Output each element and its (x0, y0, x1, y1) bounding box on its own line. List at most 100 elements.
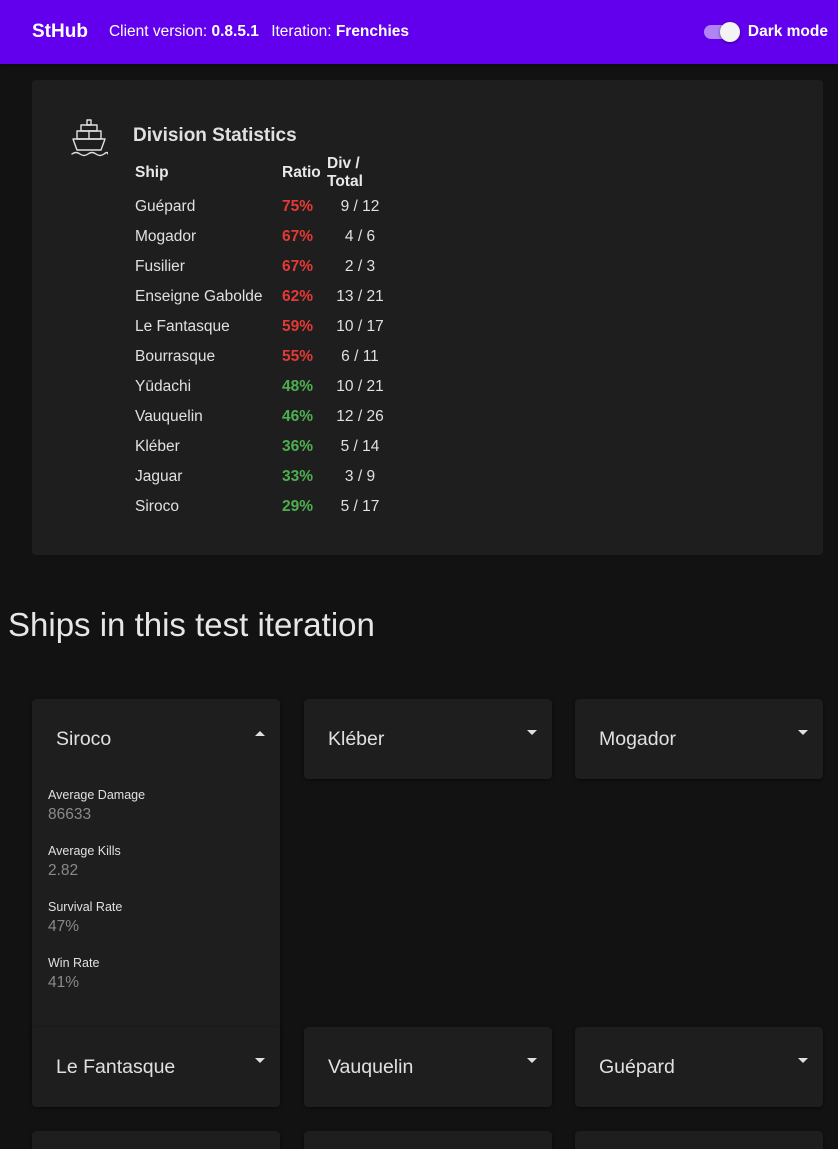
ship-card-siroco[interactable]: Siroco Average Damage 86633 Average Kill… (32, 699, 280, 1083)
table-row: Kléber 36% 5 / 14 (135, 432, 397, 462)
ship-name-cell: Jaguar (135, 468, 183, 485)
iteration-value: Frenchies (335, 23, 410, 40)
ratio-cell: 36% (282, 438, 314, 455)
table-row: Yūdachi 48% 10 / 21 (135, 372, 397, 402)
stat-value: 2.82 (48, 862, 79, 879)
stat-value: 86633 (48, 806, 92, 823)
ship-card-partial[interactable] (304, 1131, 552, 1149)
stat-win-rate: Win Rate 41% (32, 956, 280, 992)
ship-name-cell: Guépard (135, 198, 196, 215)
ship-name-cell: Yūdachi (135, 378, 192, 395)
chevron-down-icon[interactable] (797, 729, 809, 737)
div-total-cell: 6 / 11 (341, 348, 379, 365)
div-total-cell: 9 / 12 (340, 198, 380, 215)
ship-name-cell: Bourrasque (135, 348, 216, 365)
table-row: Jaguar 33% 3 / 9 (135, 462, 397, 492)
ratio-cell: 59% (282, 318, 314, 335)
ship-card-name: Mogador (599, 728, 676, 750)
ship-name-cell: Mogador (135, 228, 197, 245)
division-statistics-table: Ship Ratio Div / Total Guépard 75% 9 / 12 M… (135, 155, 397, 522)
ship-icon (71, 119, 108, 157)
ship-name-cell: Le Fantasque (135, 318, 230, 335)
column-header-ship: Ship (135, 164, 169, 181)
div-total-cell: 5 / 14 (340, 438, 380, 455)
ship-card-header[interactable]: Guépard (575, 1027, 823, 1107)
column-header-div-total: Div / Total (327, 155, 363, 190)
ship-card-header[interactable]: Kléber (304, 699, 552, 779)
column-header-ratio: Ratio (282, 164, 321, 181)
ship-name-cell: Kléber (135, 438, 180, 455)
ratio-cell: 67% (282, 258, 314, 275)
table-row: Enseigne Gabolde 62% 13 / 21 (135, 282, 397, 312)
ratio-cell: 62% (282, 288, 314, 305)
iteration-label: Iteration: (271, 23, 332, 40)
ship-card-header[interactable]: Mogador (575, 699, 823, 779)
dark-mode-toggle[interactable]: Dark mode (703, 22, 828, 42)
chevron-down-icon[interactable] (254, 1057, 266, 1065)
ship-card-header[interactable]: Le Fantasque (32, 1027, 280, 1107)
div-total-cell: 3 / 9 (344, 468, 376, 485)
ship-name-cell: Siroco (135, 498, 179, 515)
division-statistics-title: Division Statistics (133, 125, 297, 146)
stat-value: 47% (48, 918, 80, 935)
ratio-cell: 48% (282, 378, 314, 395)
dark-mode-switch-thumb[interactable] (719, 22, 740, 42)
chevron-up-icon[interactable] (254, 729, 266, 737)
ratio-cell: 33% (282, 468, 314, 485)
ship-card-name: Siroco (56, 728, 112, 750)
ships-section-heading: Ships in this test iteration (8, 606, 375, 643)
div-total-cell: 10 / 21 (336, 378, 384, 395)
division-statistics-card: Division Statistics Ship Ratio Div / Tot… (32, 80, 823, 555)
ship-name-cell: Vauquelin (135, 408, 203, 425)
ship-card-header[interactable]: Siroco (32, 699, 280, 779)
ship-card-name: Vauquelin (328, 1056, 414, 1078)
div-total-cell: 2 / 3 (344, 258, 376, 275)
stat-label: Average Kills (48, 844, 121, 858)
ship-card-guepard[interactable]: Guépard (575, 1027, 823, 1107)
stat-label: Win Rate (48, 956, 100, 970)
ratio-cell: 75% (282, 198, 314, 215)
stat-label: Survival Rate (48, 900, 123, 914)
table-row: Le Fantasque 59% 10 / 17 (135, 312, 397, 342)
ratio-cell: 67% (282, 228, 314, 245)
ship-card-vauquelin[interactable]: Vauquelin (304, 1027, 552, 1107)
chevron-down-icon[interactable] (526, 1057, 538, 1065)
ratio-cell: 46% (282, 408, 314, 425)
client-version-label: Client version: (108, 23, 208, 40)
table-row: Mogador 67% 4 / 6 (135, 222, 397, 252)
chevron-down-icon[interactable] (797, 1057, 809, 1065)
stat-label: Average Damage (48, 788, 146, 802)
client-version-info: Client version: 0.8.5.1 Iteration: Frenc… (109, 23, 409, 41)
div-total-cell: 13 / 21 (336, 288, 384, 305)
ratio-cell: 29% (282, 498, 314, 515)
ship-card-partial[interactable] (32, 1131, 280, 1149)
stat-value: 41% (48, 974, 80, 991)
client-version-value: 0.8.5.1 (211, 23, 259, 40)
table-row: Bourrasque 55% 6 / 11 (135, 342, 397, 372)
ratio-cell: 55% (282, 348, 314, 365)
ship-name-cell: Enseigne Gabolde (135, 288, 263, 305)
dark-mode-switch[interactable] (703, 22, 740, 42)
ship-name-cell: Fusilier (135, 258, 185, 275)
ship-card-name: Le Fantasque (56, 1056, 176, 1078)
table-row: Vauquelin 46% 12 / 26 (135, 402, 397, 432)
div-total-cell: 5 / 17 (340, 498, 380, 515)
ship-card-header[interactable]: Vauquelin (304, 1027, 552, 1107)
table-header-row: Ship Ratio Div / Total (135, 155, 397, 190)
dark-mode-label: Dark mode (747, 23, 828, 40)
table-row: Siroco 29% 5 / 17 (135, 492, 397, 522)
stat-survival-rate: Survival Rate 47% (32, 900, 280, 936)
chevron-down-icon[interactable] (526, 729, 538, 737)
stat-average-kills: Average Kills 2.82 (32, 844, 280, 880)
app-bar: StHub Client version: 0.8.5.1 Iteration:… (0, 0, 838, 64)
ship-card-kleber[interactable]: Kléber (304, 699, 552, 779)
div-total-cell: 4 / 6 (344, 228, 376, 245)
table-row: Fusilier 67% 2 / 3 (135, 252, 397, 282)
ship-card-mogador[interactable]: Mogador (575, 699, 823, 779)
ship-card-le-fantasque[interactable]: Le Fantasque (32, 1027, 280, 1107)
ship-card-name: Kléber (328, 728, 385, 750)
div-total-cell: 12 / 26 (336, 408, 384, 425)
app-title[interactable]: StHub (32, 21, 88, 43)
ship-card-partial[interactable] (575, 1131, 823, 1149)
stat-average-damage: Average Damage 86633 (32, 788, 280, 824)
